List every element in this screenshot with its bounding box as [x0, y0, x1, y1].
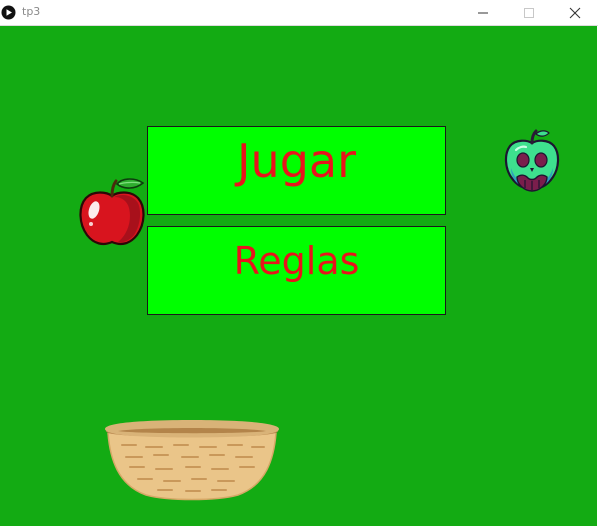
window-title: tp3	[22, 5, 41, 18]
minimize-button[interactable]	[460, 0, 506, 26]
red-apple-icon	[79, 178, 145, 246]
window-titlebar: tp3	[0, 0, 598, 26]
app-play-icon	[1, 5, 16, 20]
basket-icon	[105, 420, 279, 501]
play-button[interactable]: Jugar	[147, 126, 446, 215]
game-canvas: Jugar Reglas	[0, 26, 597, 526]
maximize-button[interactable]	[506, 0, 552, 26]
maximize-icon	[524, 8, 534, 18]
rules-button[interactable]: Reglas	[147, 226, 446, 315]
minimize-icon	[478, 12, 488, 14]
close-icon	[569, 7, 581, 19]
close-button[interactable]	[552, 0, 598, 26]
poison-apple-icon	[504, 129, 560, 192]
